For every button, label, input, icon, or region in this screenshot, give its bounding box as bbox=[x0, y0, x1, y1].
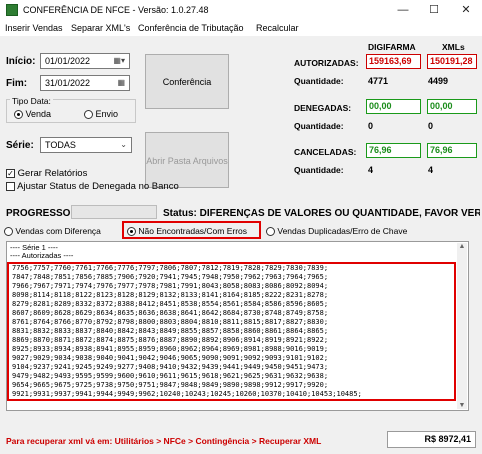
app-icon bbox=[6, 4, 18, 16]
serie-select-value: TODAS bbox=[45, 140, 76, 150]
status-text: Status: DIFERENÇAS DE VALORES OU QUANTID… bbox=[163, 208, 480, 219]
radio-icon[interactable] bbox=[266, 227, 275, 237]
serie-select[interactable]: TODAS ⌄ bbox=[40, 137, 132, 153]
denegadas-qtd-digifarma: 0 bbox=[368, 121, 374, 131]
autorizadas-digifarma-value: 159163,69 bbox=[366, 54, 421, 69]
result-line: 9654;9665;9675;9725;9738;9750;9751;9847;… bbox=[12, 381, 329, 389]
checkbox-checked-icon[interactable]: ✓ bbox=[6, 168, 15, 178]
serie-header: ---- Série 1 ---- bbox=[10, 243, 58, 252]
minimize-icon[interactable]: — bbox=[389, 2, 417, 18]
radio-selected-icon[interactable] bbox=[127, 227, 136, 237]
checkbox-icon[interactable] bbox=[6, 181, 15, 191]
serie-label: Série: bbox=[6, 140, 34, 151]
canceladas-qtd-digifarma: 4 bbox=[368, 165, 374, 175]
result-line: 8831;8832;8833;8837;8840;8842;8843;8849;… bbox=[12, 327, 329, 335]
tipo-data-label: Tipo Data: bbox=[10, 96, 53, 106]
radio-envio[interactable]: Envio bbox=[84, 109, 119, 120]
radio-venda-label: Venda bbox=[25, 109, 52, 119]
fim-date-field[interactable]: 31/01/2022 ▦ bbox=[40, 75, 130, 91]
radio-venda-selected-icon[interactable] bbox=[14, 110, 23, 120]
canceladas-xmls-value: 76,96 bbox=[427, 143, 477, 158]
result-line: 9027;9029;9034;9038;9040;9041;9042;9046;… bbox=[12, 354, 329, 362]
result-line: 8279;8281;8289;8332;8372;8388;8412;8451;… bbox=[12, 300, 329, 308]
fim-label: Fim: bbox=[6, 78, 28, 89]
result-line: 7966;7967;7971;7974;7976;7977;7978;7981;… bbox=[12, 282, 329, 290]
denegadas-xmls-value: 00,00 bbox=[427, 99, 477, 114]
inicio-label: Início: bbox=[6, 56, 36, 67]
filter-duplicadas-label: Vendas Duplicadas/Erro de Chave bbox=[277, 226, 408, 236]
fim-date-value: 31/01/2022 bbox=[45, 78, 91, 88]
calendar-dropdown-icon[interactable]: ▦▾ bbox=[113, 54, 125, 68]
autorizadas-qtd-xmls: 4499 bbox=[428, 76, 449, 86]
col-digifarma-header: DIGIFARMA bbox=[368, 42, 416, 52]
result-line: 7847;7848;7851;7856;7885;7906;7920;7941;… bbox=[12, 273, 329, 281]
canceladas-quantidade-label: Quantidade: bbox=[294, 165, 344, 175]
result-line: 8098;8114;8118;8122;8123;8128;8129;8132;… bbox=[12, 291, 329, 299]
radio-icon[interactable] bbox=[4, 227, 13, 237]
menu-separar-xmls[interactable]: Separar XML's bbox=[71, 23, 130, 33]
total-value: R$ 8972,41 bbox=[387, 431, 476, 448]
conferencia-button[interactable]: Conferência bbox=[145, 54, 229, 109]
gerar-relatorios-checkbox[interactable]: ✓ Gerar Relatórios bbox=[6, 168, 87, 179]
result-line: 9921;9931;9937;9941;9944;9949;9962;10240… bbox=[12, 390, 362, 398]
col-xmls-header: XMLs bbox=[442, 42, 465, 52]
result-line: 8869;8870;8871;8872;8874;8875;8876;8887;… bbox=[12, 336, 329, 344]
menu-inserir-vendas[interactable]: Inserir Vendas bbox=[5, 23, 63, 33]
result-line: 8607;8609;8628;8629;8634;8635;8636;8638;… bbox=[12, 309, 329, 317]
autorizadas-header: ---- Autorizadas ---- bbox=[10, 251, 74, 260]
autorizadas-qtd-digifarma: 4771 bbox=[368, 76, 389, 86]
scroll-up-icon[interactable]: ▲ bbox=[457, 243, 467, 250]
result-line: 8761;8764;8766;8770;8792;8798;8800;8803;… bbox=[12, 318, 329, 326]
result-line: 7756;7757;7760;7761;7766;7776;7797;7806;… bbox=[12, 264, 329, 272]
close-icon[interactable]: ✕ bbox=[452, 2, 480, 18]
recover-xml-hint: Para recuperar xml vá em: Utilitários > … bbox=[6, 436, 322, 446]
radio-envio-icon[interactable] bbox=[84, 110, 93, 120]
filter-nao-encontradas[interactable]: Não Encontradas/Com Erros bbox=[127, 226, 248, 237]
ajustar-status-label: Ajustar Status de Denegada no Banco bbox=[17, 181, 179, 192]
window-title: CONFERÊNCIA DE NFCE - Versão: 1.0.27.48 bbox=[23, 5, 209, 15]
autorizadas-xmls-value: 150191,28 bbox=[427, 54, 477, 69]
autorizadas-quantidade-label: Quantidade: bbox=[294, 76, 344, 86]
menu-conferencia-tributacao[interactable]: Conferência de Tributação bbox=[138, 23, 244, 33]
chevron-down-icon[interactable]: ⌄ bbox=[120, 138, 127, 152]
denegadas-digifarma-value: 00,00 bbox=[366, 99, 421, 114]
result-line: 9479;9482;9493;9595;9599;9600;9610;9611;… bbox=[12, 372, 329, 380]
radio-venda[interactable]: Venda bbox=[14, 109, 52, 120]
progresso-label: PROGRESSO: bbox=[6, 208, 74, 219]
result-line: 9104;9237;9241;9245;9249;9277;9408;9410;… bbox=[12, 363, 329, 371]
filter-duplicadas[interactable]: Vendas Duplicadas/Erro de Chave bbox=[266, 226, 408, 237]
menu-recalcular[interactable]: Recalcular bbox=[256, 23, 299, 33]
autorizadas-label: AUTORIZADAS: bbox=[294, 58, 359, 68]
canceladas-label: CANCELADAS: bbox=[294, 147, 357, 157]
filter-nao-encontradas-label: Não Encontradas/Com Erros bbox=[138, 226, 248, 236]
filter-vendas-diferenca-label: Vendas com Diferença bbox=[15, 226, 101, 236]
gerar-relatorios-label: Gerar Relatórios bbox=[17, 168, 88, 179]
inicio-date-value: 01/01/2022 bbox=[45, 56, 91, 66]
denegadas-qtd-xmls: 0 bbox=[428, 121, 434, 131]
results-lines: 7756;7757;7760;7761;7766;7776;7797;7806;… bbox=[9, 264, 454, 399]
scrollbar[interactable]: ▲ ▼ bbox=[457, 243, 467, 409]
radio-envio-label: Envio bbox=[95, 109, 119, 119]
calendar-icon[interactable]: ▦ bbox=[117, 76, 125, 90]
canceladas-qtd-xmls: 4 bbox=[428, 165, 434, 175]
progress-bar bbox=[71, 205, 157, 219]
ajustar-status-checkbox[interactable]: Ajustar Status de Denegada no Banco bbox=[6, 181, 179, 192]
canceladas-digifarma-value: 76,96 bbox=[366, 143, 421, 158]
denegadas-label: DENEGADAS: bbox=[294, 103, 352, 113]
denegadas-quantidade-label: Quantidade: bbox=[294, 121, 344, 131]
scroll-down-icon[interactable]: ▼ bbox=[457, 402, 467, 409]
inicio-date-field[interactable]: 01/01/2022 ▦▾ bbox=[40, 53, 130, 69]
result-line: 8925;8933;8934;8938;8941;8955;8959;8960;… bbox=[12, 345, 329, 353]
abrir-pasta-button[interactable]: Abrir Pasta Arquivos bbox=[145, 132, 229, 188]
filter-vendas-diferenca[interactable]: Vendas com Diferença bbox=[4, 226, 101, 237]
maximize-icon[interactable]: ☐ bbox=[420, 2, 448, 18]
